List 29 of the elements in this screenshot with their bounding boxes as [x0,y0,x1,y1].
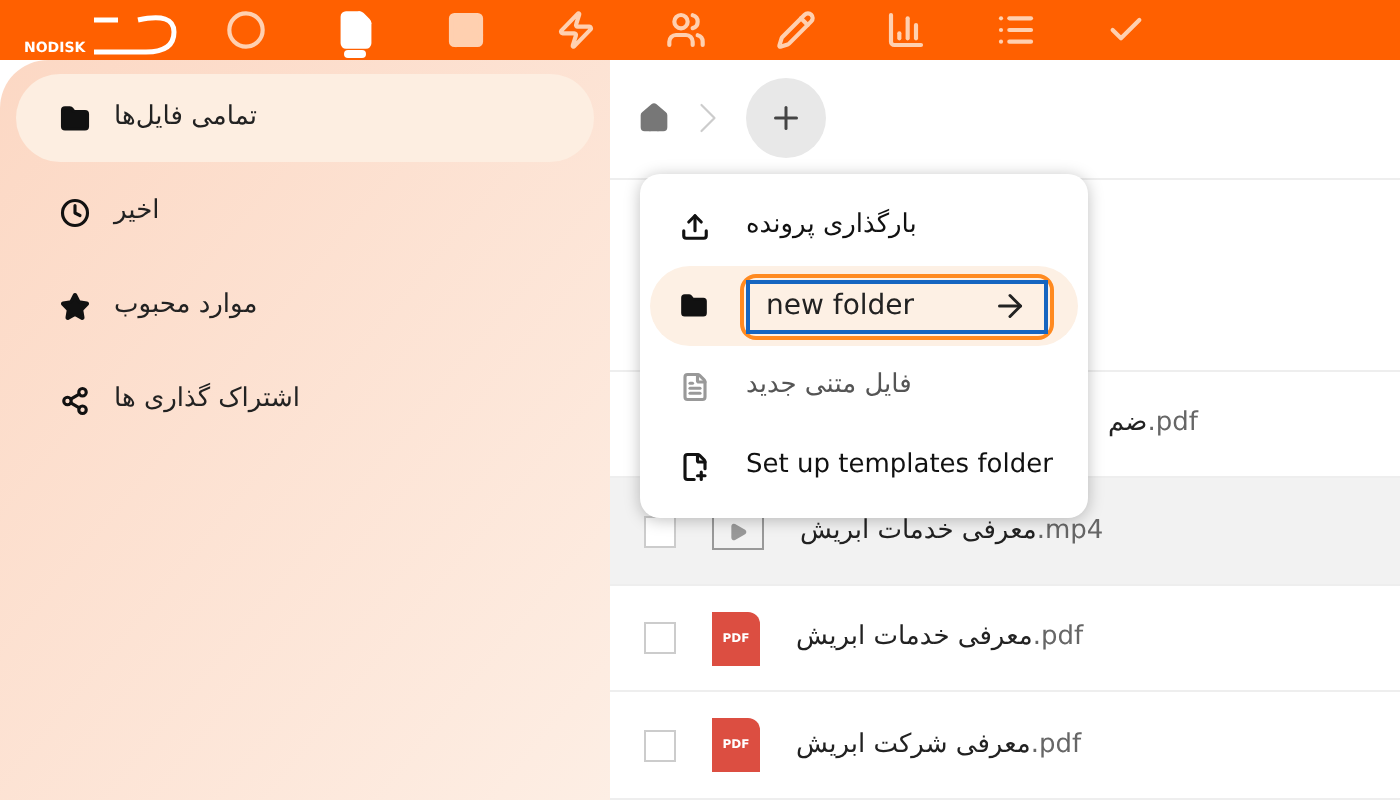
upload-icon [680,211,710,241]
sidebar-item[interactable]: اشتراک گذاری ها [16,356,594,444]
file-icon [335,10,375,50]
folder-icon [680,292,708,320]
chart-icon [885,10,925,50]
pencil-icon [775,10,815,50]
add-button[interactable] [746,78,826,159]
sidebar-item[interactable]: تمامی فایل‌ها [16,74,594,162]
sidebar-item[interactable]: اخیر [16,168,594,256]
row-checkbox[interactable] [644,622,676,655]
submit-arrow-icon[interactable] [992,288,1028,324]
active-indicator [344,50,366,58]
menu-item[interactable]: new folder [650,266,1078,346]
row-checkbox[interactable] [644,515,676,548]
folder-name-field[interactable]: new folder [740,273,1054,339]
bolt-icon [555,10,595,50]
list-icon [995,10,1035,50]
row-checkbox[interactable] [644,729,676,762]
document-icon [680,371,710,401]
star-icon [60,291,90,321]
clock-icon [60,197,90,227]
users-icon [665,10,705,50]
home-icon[interactable] [638,102,670,135]
share-icon [60,385,90,415]
menu-item[interactable]: بارگذاری پرونده [640,186,1088,266]
add-document-icon [680,451,710,481]
folder-icon [60,103,90,133]
circle-icon [225,10,265,50]
sidebar-item[interactable]: موارد محبوب [16,262,594,350]
